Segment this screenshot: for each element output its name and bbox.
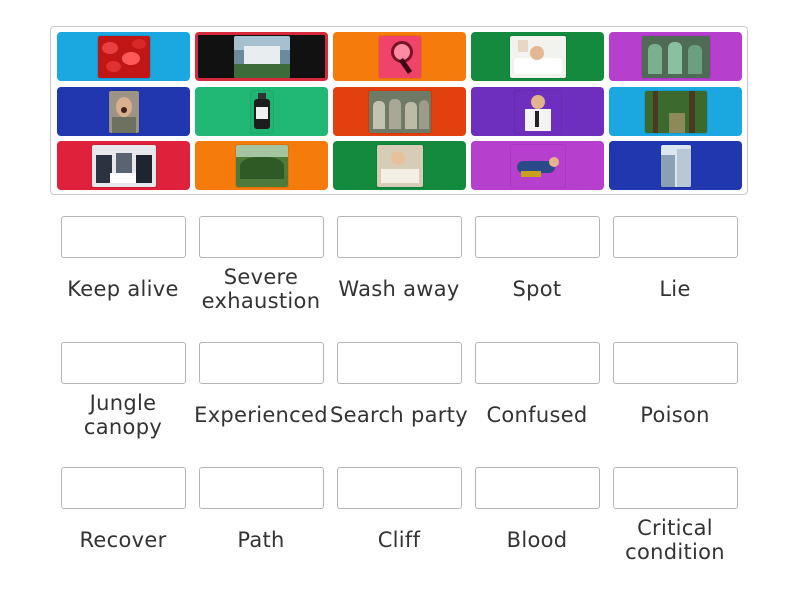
surgery-team-image xyxy=(641,35,710,78)
draggable-tile[interactable] xyxy=(609,87,742,136)
hospital-patient-image xyxy=(376,144,423,187)
drop-slot[interactable] xyxy=(61,216,186,258)
drop-slot[interactable] xyxy=(613,467,738,509)
drop-slot[interactable] xyxy=(337,342,462,384)
blood-cells-image xyxy=(97,35,150,78)
draggable-tile[interactable] xyxy=(471,141,604,190)
draggable-tile[interactable] xyxy=(195,87,328,136)
cliff-image xyxy=(660,144,691,187)
draggable-tile[interactable] xyxy=(57,141,190,190)
draggable-tile[interactable] xyxy=(333,32,466,81)
answer-label: Recover xyxy=(79,528,167,552)
draggable-tile[interactable] xyxy=(333,141,466,190)
drop-slot[interactable] xyxy=(475,216,600,258)
answer-label: Jungle canopy xyxy=(83,391,163,439)
draggable-tile[interactable] xyxy=(471,87,604,136)
draggable-tile[interactable] xyxy=(195,32,328,81)
drop-slot[interactable] xyxy=(337,216,462,258)
drop-slot[interactable] xyxy=(61,467,186,509)
forest-path-image xyxy=(644,90,707,133)
business-meeting-image xyxy=(91,144,156,187)
answer-label: Blood xyxy=(506,528,568,552)
answer-label: Critical condition xyxy=(625,516,725,564)
tired-person-bed-image xyxy=(509,35,566,78)
drop-slot[interactable] xyxy=(61,342,186,384)
drop-slot[interactable] xyxy=(199,467,324,509)
answer-label: Spot xyxy=(512,277,562,301)
answer-label: Poison xyxy=(640,403,710,427)
answer-label: Severe exhaustion xyxy=(201,265,321,313)
drop-slot[interactable] xyxy=(475,467,600,509)
confused-man-image xyxy=(514,90,561,133)
dam-waterfall-image xyxy=(233,35,290,78)
screaming-man-image xyxy=(108,90,139,133)
answer-label: Wash away xyxy=(338,277,460,301)
answer-label: Cliff xyxy=(377,528,421,552)
drop-slot[interactable] xyxy=(475,342,600,384)
draggable-tile[interactable] xyxy=(333,87,466,136)
draggable-tile[interactable] xyxy=(57,87,190,136)
draggable-tile[interactable] xyxy=(57,32,190,81)
poison-bottle-image xyxy=(250,90,273,133)
answer-label: Confused xyxy=(486,403,588,427)
draggable-tile[interactable] xyxy=(609,141,742,190)
magnifying-glass-image xyxy=(378,35,421,78)
answer-label: Path xyxy=(237,528,285,552)
answer-label: Keep alive xyxy=(67,277,179,301)
answer-label: Lie xyxy=(659,277,691,301)
lying-person-image xyxy=(510,144,565,187)
answer-label: Experienced xyxy=(194,403,328,427)
search-group-image xyxy=(368,90,431,133)
drop-slot[interactable] xyxy=(199,216,324,258)
drop-slot[interactable] xyxy=(199,342,324,384)
drop-slot[interactable] xyxy=(337,467,462,509)
draggable-tile[interactable] xyxy=(195,141,328,190)
draggable-tile[interactable] xyxy=(471,32,604,81)
drop-slot[interactable] xyxy=(613,216,738,258)
drop-slot[interactable] xyxy=(613,342,738,384)
jungle-canopy-image xyxy=(235,144,288,187)
draggable-tile[interactable] xyxy=(609,32,742,81)
answer-label: Search party xyxy=(330,403,468,427)
